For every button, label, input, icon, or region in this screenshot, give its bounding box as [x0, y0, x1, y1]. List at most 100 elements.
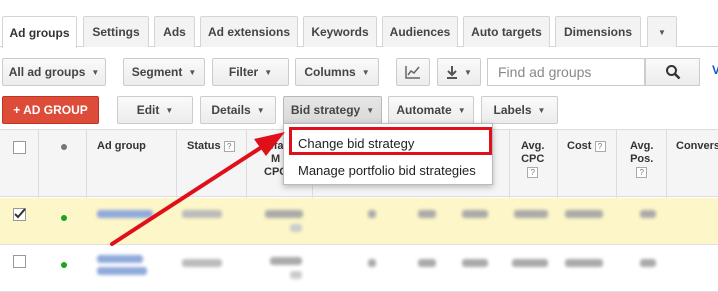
columns-button[interactable]: Columns ▼ — [295, 58, 379, 86]
tab-label: Auto targets — [471, 25, 542, 39]
column-header-cost[interactable]: Cost ? — [567, 140, 606, 153]
header-label: Cost — [567, 140, 592, 152]
tab-label: Audiences — [389, 25, 451, 39]
segment-label: Segment — [131, 65, 183, 79]
chevron-down-icon: ▼ — [658, 27, 666, 37]
tab-ad-extensions[interactable]: Ad extensions — [200, 16, 298, 47]
edit-button[interactable]: Edit ▼ — [117, 96, 193, 124]
status-redacted — [182, 210, 222, 218]
cpc-redacted — [265, 210, 303, 218]
row-checkbox[interactable] — [13, 255, 26, 268]
menu-item-manage-portfolio[interactable]: Manage portfolio bid strategies — [298, 163, 476, 178]
segment-button[interactable]: Segment ▼ — [123, 58, 205, 86]
chevron-down-icon: ▼ — [256, 105, 265, 115]
tab-label: Ad groups — [9, 25, 70, 40]
tab-label: Ads — [163, 25, 186, 39]
metric-redacted — [640, 259, 656, 267]
column-header-status[interactable]: Status ? — [187, 140, 235, 153]
header-label-line: CPC — [521, 153, 545, 165]
ad-group-name-redacted[interactable] — [97, 255, 143, 263]
tab-keywords[interactable]: Keywords — [303, 16, 377, 47]
column-header-ad-group[interactable]: Ad group — [97, 140, 146, 153]
chart-toggle-button[interactable] — [396, 58, 430, 86]
tab-dimensions[interactable]: Dimensions — [555, 16, 641, 47]
edge-link-fragment[interactable]: V — [712, 63, 718, 77]
status-dot — [61, 262, 67, 268]
column-header-avg-cpc[interactable]: Avg. CPC ? — [521, 140, 544, 179]
metric-redacted — [462, 259, 488, 267]
chevron-down-icon: ▼ — [537, 105, 546, 115]
columns-label: Columns — [304, 65, 356, 79]
tab-label: Dimensions — [563, 25, 632, 39]
cpc-help-redacted — [290, 271, 302, 279]
tab-audiences[interactable]: Audiences — [382, 16, 458, 47]
ad-group-scope-dropdown[interactable]: All ad groups ▼ — [2, 58, 106, 86]
header-label-line: Avg. — [521, 140, 545, 152]
highlight-box — [289, 127, 492, 155]
checkmark-icon — [14, 208, 26, 219]
download-button[interactable]: ▼ — [437, 58, 481, 86]
filter-button[interactable]: Filter ▼ — [212, 58, 289, 86]
help-icon[interactable]: ? — [223, 140, 235, 152]
metric-redacted — [462, 210, 488, 218]
table-row[interactable] — [0, 198, 718, 245]
labels-button[interactable]: Labels ▼ — [481, 96, 558, 124]
tab-settings[interactable]: Settings — [83, 16, 149, 47]
select-all-checkbox[interactable] — [13, 141, 26, 154]
tab-ads[interactable]: Ads — [154, 16, 195, 47]
tab-ad-groups[interactable]: Ad groups — [2, 16, 77, 48]
filter-label: Filter — [228, 65, 259, 79]
bid-strategy-button[interactable]: Bid strategy ▼ — [283, 96, 382, 124]
chevron-down-icon: ▼ — [165, 105, 174, 115]
header-label: Status — [187, 140, 221, 152]
chevron-down-icon: ▼ — [464, 67, 472, 77]
ad-group-name-redacted[interactable] — [97, 210, 153, 218]
ad-group-name-redacted[interactable] — [97, 267, 147, 275]
chevron-down-icon: ▼ — [91, 67, 100, 77]
details-button[interactable]: Details ▼ — [200, 96, 276, 124]
help-icon[interactable]: ? — [594, 140, 606, 152]
metric-redacted — [640, 210, 656, 218]
line-chart-icon — [405, 66, 420, 79]
cpc-help-redacted — [290, 224, 302, 232]
automate-button[interactable]: Automate ▼ — [388, 96, 474, 124]
chevron-down-icon: ▼ — [188, 67, 197, 77]
help-icon[interactable]: ? — [636, 166, 648, 178]
chevron-down-icon: ▼ — [457, 105, 466, 115]
tab-bar: Ad groups Settings Ads Ad extensions Key… — [0, 0, 718, 48]
column-divider — [616, 130, 617, 198]
status-dot — [61, 215, 67, 221]
metric-redacted — [565, 259, 603, 267]
download-icon — [447, 66, 458, 79]
details-label: Details — [211, 103, 251, 117]
automate-label: Automate — [396, 103, 452, 117]
header-label: Ad group — [97, 140, 146, 152]
search-button[interactable] — [645, 58, 700, 86]
cpc-redacted — [270, 257, 302, 265]
status-redacted — [182, 259, 222, 267]
header-label-line: Avg. — [630, 140, 654, 152]
metric-redacted — [514, 210, 548, 218]
metric-redacted — [368, 259, 376, 267]
labels-label: Labels — [493, 103, 532, 117]
column-divider — [86, 130, 87, 198]
search-input[interactable]: Find ad groups — [487, 58, 645, 86]
add-ad-group-button[interactable]: + AD GROUP — [2, 96, 99, 124]
edit-label: Edit — [136, 103, 160, 117]
column-divider — [666, 130, 667, 198]
metric-redacted — [418, 210, 436, 218]
column-header-conversions[interactable]: Convers — [676, 140, 718, 153]
column-divider — [557, 130, 558, 198]
column-header-avg-pos[interactable]: Avg. Pos. ? — [630, 140, 653, 179]
column-divider — [176, 130, 177, 198]
help-icon[interactable]: ? — [527, 166, 539, 178]
tab-auto-targets[interactable]: Auto targets — [463, 16, 550, 47]
column-divider — [38, 130, 39, 198]
table-row[interactable] — [0, 246, 718, 292]
metric-redacted — [512, 259, 548, 267]
row-checkbox[interactable] — [13, 208, 26, 221]
search-icon — [665, 65, 680, 80]
more-tabs-button[interactable]: ▼ — [647, 16, 677, 47]
search-placeholder: Find ad groups — [498, 64, 592, 80]
tab-label: Keywords — [311, 25, 369, 39]
